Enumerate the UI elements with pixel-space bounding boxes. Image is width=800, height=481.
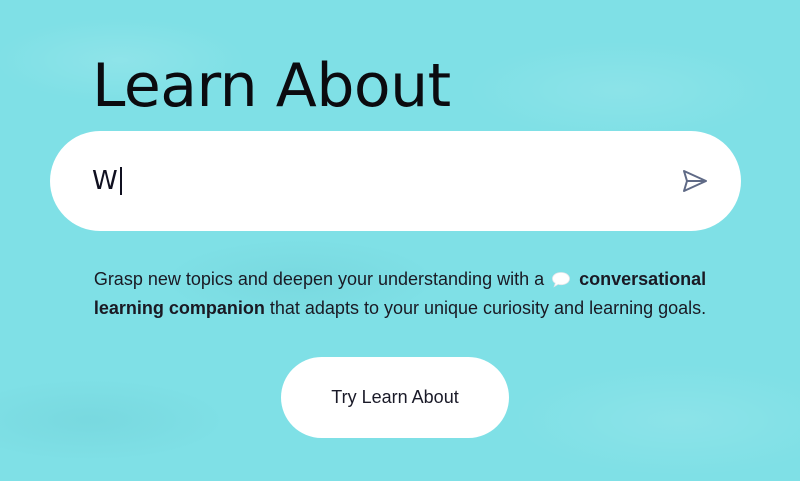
try-learn-about-label: Try Learn About xyxy=(331,387,459,407)
page-title: Learn About xyxy=(92,51,451,121)
description-text-end: that adapts to your unique curiosity and… xyxy=(269,298,707,318)
description-bold-conversational: conversational xyxy=(579,269,707,289)
description: Grasp new topics and deepen your underst… xyxy=(40,265,760,323)
search-bar[interactable]: W xyxy=(50,131,741,231)
try-learn-about-button[interactable]: Try Learn About xyxy=(281,357,509,438)
send-button[interactable] xyxy=(681,168,709,194)
chat-bubble-icon xyxy=(552,272,571,288)
search-input[interactable]: W xyxy=(92,163,122,199)
description-bold-companion: learning companion xyxy=(93,298,265,318)
description-text: Grasp new topics and deepen your underst… xyxy=(93,269,545,289)
text-caret xyxy=(119,167,122,195)
send-icon xyxy=(683,170,707,192)
search-input-value: W xyxy=(92,166,118,196)
